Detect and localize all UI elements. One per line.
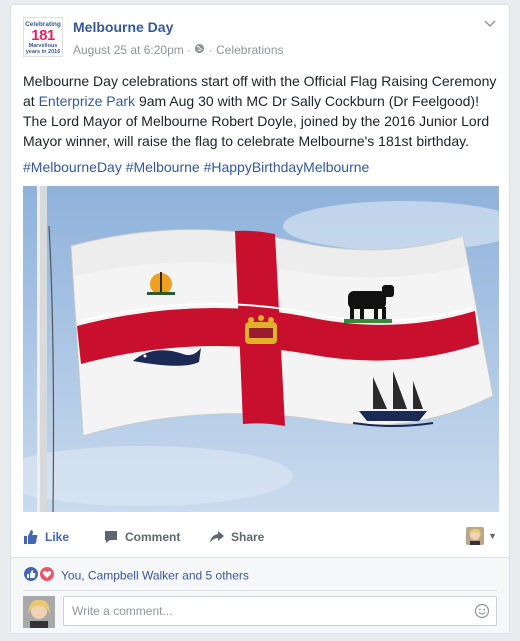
post-timestamp[interactable]: August 25 at 6:20pm bbox=[73, 43, 184, 57]
post-meta: August 25 at 6:20pm · · Celebrations bbox=[73, 42, 284, 57]
post-card: Celebrating 181 Marvellous years in 2016… bbox=[10, 4, 510, 634]
hashtag-line: #MelbourneDay #Melbourne #HappyBirthdayM… bbox=[23, 157, 497, 177]
footer-divider bbox=[23, 590, 497, 591]
hashtag-link[interactable]: #Melbourne bbox=[126, 159, 200, 175]
avatar-text-line2: 181 bbox=[31, 27, 55, 44]
comment-input-box[interactable] bbox=[63, 596, 497, 626]
meta-separator: · bbox=[187, 42, 192, 57]
post-body: Melbourne Day celebrations start off wit… bbox=[23, 71, 497, 151]
chevron-down-icon[interactable] bbox=[483, 19, 497, 33]
globe-icon bbox=[194, 43, 208, 57]
post-photo[interactable] bbox=[23, 186, 499, 512]
like-button[interactable]: Like bbox=[23, 529, 69, 545]
page-avatar[interactable]: Celebrating 181 Marvellous years in 2016 bbox=[23, 17, 63, 57]
emoji-icon[interactable] bbox=[474, 603, 490, 624]
action-bar: Like Comment Share ▼ bbox=[23, 525, 497, 553]
thumbs-up-icon bbox=[24, 530, 38, 544]
avatar-text-line4: years in 2016 bbox=[25, 49, 61, 55]
commenter-avatar bbox=[23, 596, 55, 628]
post-category[interactable]: Celebrations bbox=[216, 43, 283, 57]
comment-label: Comment bbox=[125, 530, 181, 544]
share-button[interactable]: Share bbox=[209, 529, 264, 545]
share-label: Share bbox=[231, 530, 265, 544]
comment-icon bbox=[105, 531, 117, 543]
share-arrow-icon bbox=[210, 531, 224, 543]
chevron-down-icon: ▼ bbox=[488, 531, 497, 541]
hashtag-link[interactable]: #HappyBirthdayMelbourne bbox=[204, 159, 370, 175]
comment-input[interactable] bbox=[70, 603, 454, 619]
comment-button[interactable]: Comment bbox=[103, 529, 180, 545]
flag-photo-illustration bbox=[23, 186, 499, 512]
reactions-summary[interactable]: You, Campbell Walker and 5 others bbox=[23, 566, 249, 585]
post-header: Celebrating 181 Marvellous years in 2016… bbox=[23, 17, 497, 63]
post-footer: You, Campbell Walker and 5 others bbox=[11, 557, 509, 633]
like-label: Like bbox=[45, 530, 70, 544]
reaction-icons bbox=[23, 566, 57, 585]
location-link[interactable]: Enterprize Park bbox=[39, 93, 135, 109]
page-name-link[interactable]: Melbourne Day bbox=[73, 19, 173, 35]
reactions-text: You, Campbell Walker and 5 others bbox=[61, 568, 249, 583]
post-as-selector[interactable]: ▼ bbox=[466, 527, 497, 545]
viewer-avatar bbox=[466, 527, 485, 545]
hashtag-link[interactable]: #MelbourneDay bbox=[23, 159, 122, 175]
